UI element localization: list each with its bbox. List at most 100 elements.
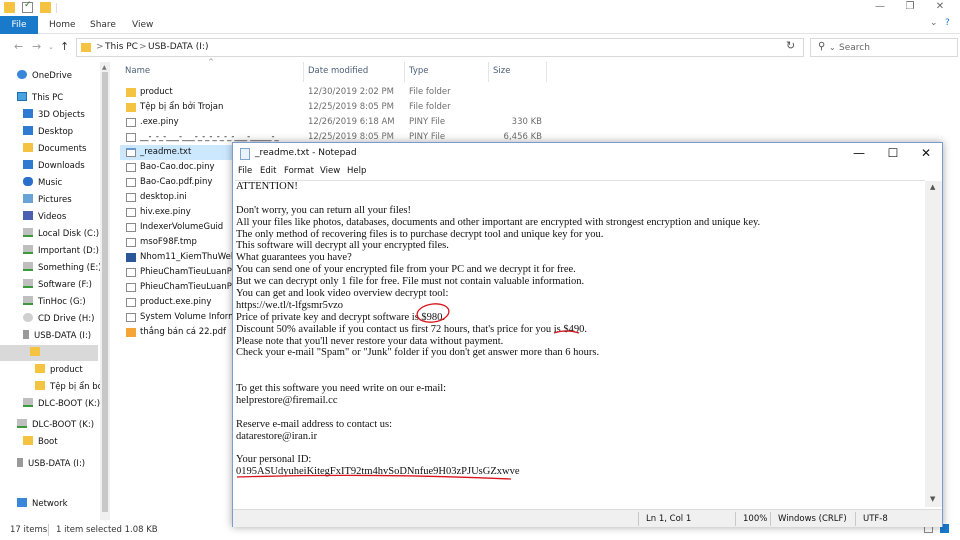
column-header-date[interactable]: Date modified	[308, 66, 368, 76]
nav-item-product[interactable]: product	[35, 362, 83, 379]
tab-view[interactable]: View	[132, 16, 153, 34]
nav-item-network[interactable]: Network	[17, 496, 68, 513]
notepad-text-area[interactable]: ATTENTION! Don't worry, you can return al…	[235, 180, 925, 508]
help-icon[interactable]: ?	[945, 18, 950, 28]
notepad-icon	[240, 148, 250, 160]
nav-item-documents[interactable]: Documents	[23, 141, 86, 158]
properties-icon[interactable]	[22, 0, 33, 13]
column-header-name[interactable]: Name	[125, 66, 150, 76]
music-icon	[23, 177, 33, 186]
network-icon	[17, 498, 27, 507]
nav-item-pictures[interactable]: Pictures	[23, 192, 72, 209]
scroll-down-icon[interactable]: ▼	[930, 495, 935, 503]
refresh-icon[interactable]: ↻	[786, 39, 795, 52]
nav-item-onedrive[interactable]: OneDrive	[17, 68, 72, 85]
text-line: What guarantees you have?	[236, 252, 352, 264]
scroll-up-icon[interactable]: ▲	[102, 64, 107, 71]
expand-ribbon-icon[interactable]: ⌄	[930, 18, 938, 28]
maximize-icon[interactable]: ☐	[877, 143, 909, 165]
tab-share[interactable]: Share	[90, 16, 116, 34]
text-line: helprestore@firemail.cc	[236, 395, 338, 407]
nav-label: Videos	[38, 212, 67, 222]
nav-item-desktop[interactable]: Desktop	[23, 124, 73, 141]
column-header-size[interactable]: Size	[493, 66, 510, 76]
recent-chevron-icon[interactable]: ⌄	[48, 43, 54, 51]
new-folder-icon[interactable]	[40, 2, 51, 13]
close-icon[interactable]: ✕	[910, 143, 942, 165]
nav-item-music[interactable]: Music	[23, 175, 62, 192]
up-icon[interactable]: ↑	[60, 40, 69, 53]
nav-scrollbar[interactable]: ▲	[100, 62, 110, 520]
address-bar[interactable]: > This PC > USB-DATA (I:) ⌄	[76, 38, 836, 57]
minimize-icon[interactable]: —	[843, 143, 875, 165]
scrollbar-thumb[interactable]	[102, 72, 108, 512]
notepad-title-bar[interactable]: _readme.txt - Notepad — ☐ ✕	[233, 143, 942, 165]
column-header-type[interactable]: Type	[409, 66, 429, 76]
navigation-pane: OneDrive This PC 3D Objects Desktop Docu…	[0, 62, 105, 520]
nav-item-dlc-boot-k[interactable]: DLC-BOOT (K:)	[23, 396, 100, 413]
nav-item-something-e[interactable]: Something (E:)	[23, 260, 102, 277]
nav-item-3d-objects[interactable]: 3D Objects	[23, 107, 85, 124]
text-line: You can send one of your encrypted file …	[236, 264, 576, 276]
file-name: desktop.ini	[140, 192, 187, 202]
file-row[interactable]: .exe.piny 12/26/2019 6:18 AM PINY File 330 …	[120, 115, 550, 130]
nav-label: Pictures	[38, 195, 72, 205]
notepad-scrollbar[interactable]: ▲ ▼	[925, 181, 942, 507]
file-name: Nhom11_KiemThuWebsit	[140, 252, 247, 262]
nav-item-this-pc[interactable]: This PC	[17, 90, 63, 107]
column-divider[interactable]	[303, 62, 304, 82]
menu-format[interactable]: Format	[284, 166, 314, 176]
nav-item-videos[interactable]: Videos	[23, 209, 66, 226]
scroll-up-icon[interactable]: ▲	[930, 183, 935, 191]
menu-view[interactable]: View	[320, 166, 340, 176]
back-icon[interactable]: ←	[14, 40, 23, 53]
nav-item-hidden-folder[interactable]: Tệp bị ẩn bởi	[35, 379, 105, 396]
nav-item-usb-data-i-root[interactable]: USB-DATA (I:)	[17, 456, 85, 473]
text-line: Price of private key and decrypt softwar…	[236, 311, 446, 323]
tab-file[interactable]: File	[0, 16, 38, 34]
file-row[interactable]: Tệp bị ẩn bởi Trojan 12/25/2019 8:05 PM Fi…	[120, 100, 550, 115]
nav-item-boot[interactable]: Boot	[23, 434, 58, 451]
file-name: thắng bán cá 22.pdf	[140, 327, 226, 337]
downloads-icon	[23, 160, 33, 169]
nav-item-local-disk-c[interactable]: Local Disk (C:)	[23, 226, 99, 243]
breadcrumb-usb-data[interactable]: USB-DATA (I:)	[148, 42, 208, 52]
search-box[interactable]: ⚲ Search	[810, 38, 958, 57]
file-type: File folder	[409, 102, 451, 112]
nav-label: Tệp bị ẩn bởi	[50, 382, 106, 392]
nav-item-usb-data-i[interactable]: USB-DATA (I:)	[23, 328, 91, 345]
nav-item-tinhoc-g[interactable]: TinHoc (G:)	[23, 294, 86, 311]
nav-label: product	[50, 365, 83, 375]
desktop-icon	[23, 126, 33, 135]
nav-label: Software (F:)	[38, 280, 92, 290]
minimize-icon[interactable]: —	[866, 0, 894, 16]
forward-icon[interactable]: →	[32, 40, 41, 53]
text-line: To get this software you need write on o…	[236, 383, 447, 395]
nav-item-important-d[interactable]: Important (D:)	[23, 243, 99, 260]
menu-file[interactable]: File	[238, 166, 252, 176]
text-line: https://we.tl/t-lfgsmr5vzo	[236, 299, 344, 311]
menu-edit[interactable]: Edit	[260, 166, 276, 176]
text-line: Please note that you'll never restore yo…	[236, 335, 504, 347]
maximize-icon[interactable]: ❐	[896, 0, 924, 16]
breadcrumb-this-pc[interactable]: This PC	[105, 42, 138, 52]
nav-item-dlc-boot-k-root[interactable]: DLC-BOOT (K:)	[17, 417, 94, 434]
file-row[interactable]: product 12/30/2019 2:02 PM File folder	[120, 85, 550, 100]
column-divider[interactable]	[404, 62, 405, 82]
close-icon[interactable]: ✕	[926, 0, 954, 16]
nav-item-downloads[interactable]: Downloads	[23, 158, 85, 175]
nav-item-unnamed-folder[interactable]	[30, 345, 45, 362]
column-divider[interactable]	[546, 62, 547, 82]
column-divider[interactable]	[488, 62, 489, 82]
file-icon	[126, 133, 136, 142]
nav-item-software-f[interactable]: Software (F:)	[23, 277, 92, 294]
nav-label: OneDrive	[32, 71, 72, 81]
word-document-icon	[126, 253, 136, 262]
nav-item-cd-drive-h[interactable]: CD Drive (H:)	[23, 311, 94, 328]
file-date: 12/30/2019 2:02 PM	[308, 87, 394, 97]
tab-home[interactable]: Home	[49, 16, 76, 34]
line-endings: Windows (CRLF)	[778, 514, 847, 524]
nav-label: Something (E:)	[38, 263, 102, 273]
file-date: 12/26/2019 6:18 AM	[308, 117, 395, 127]
menu-help[interactable]: Help	[347, 166, 366, 176]
